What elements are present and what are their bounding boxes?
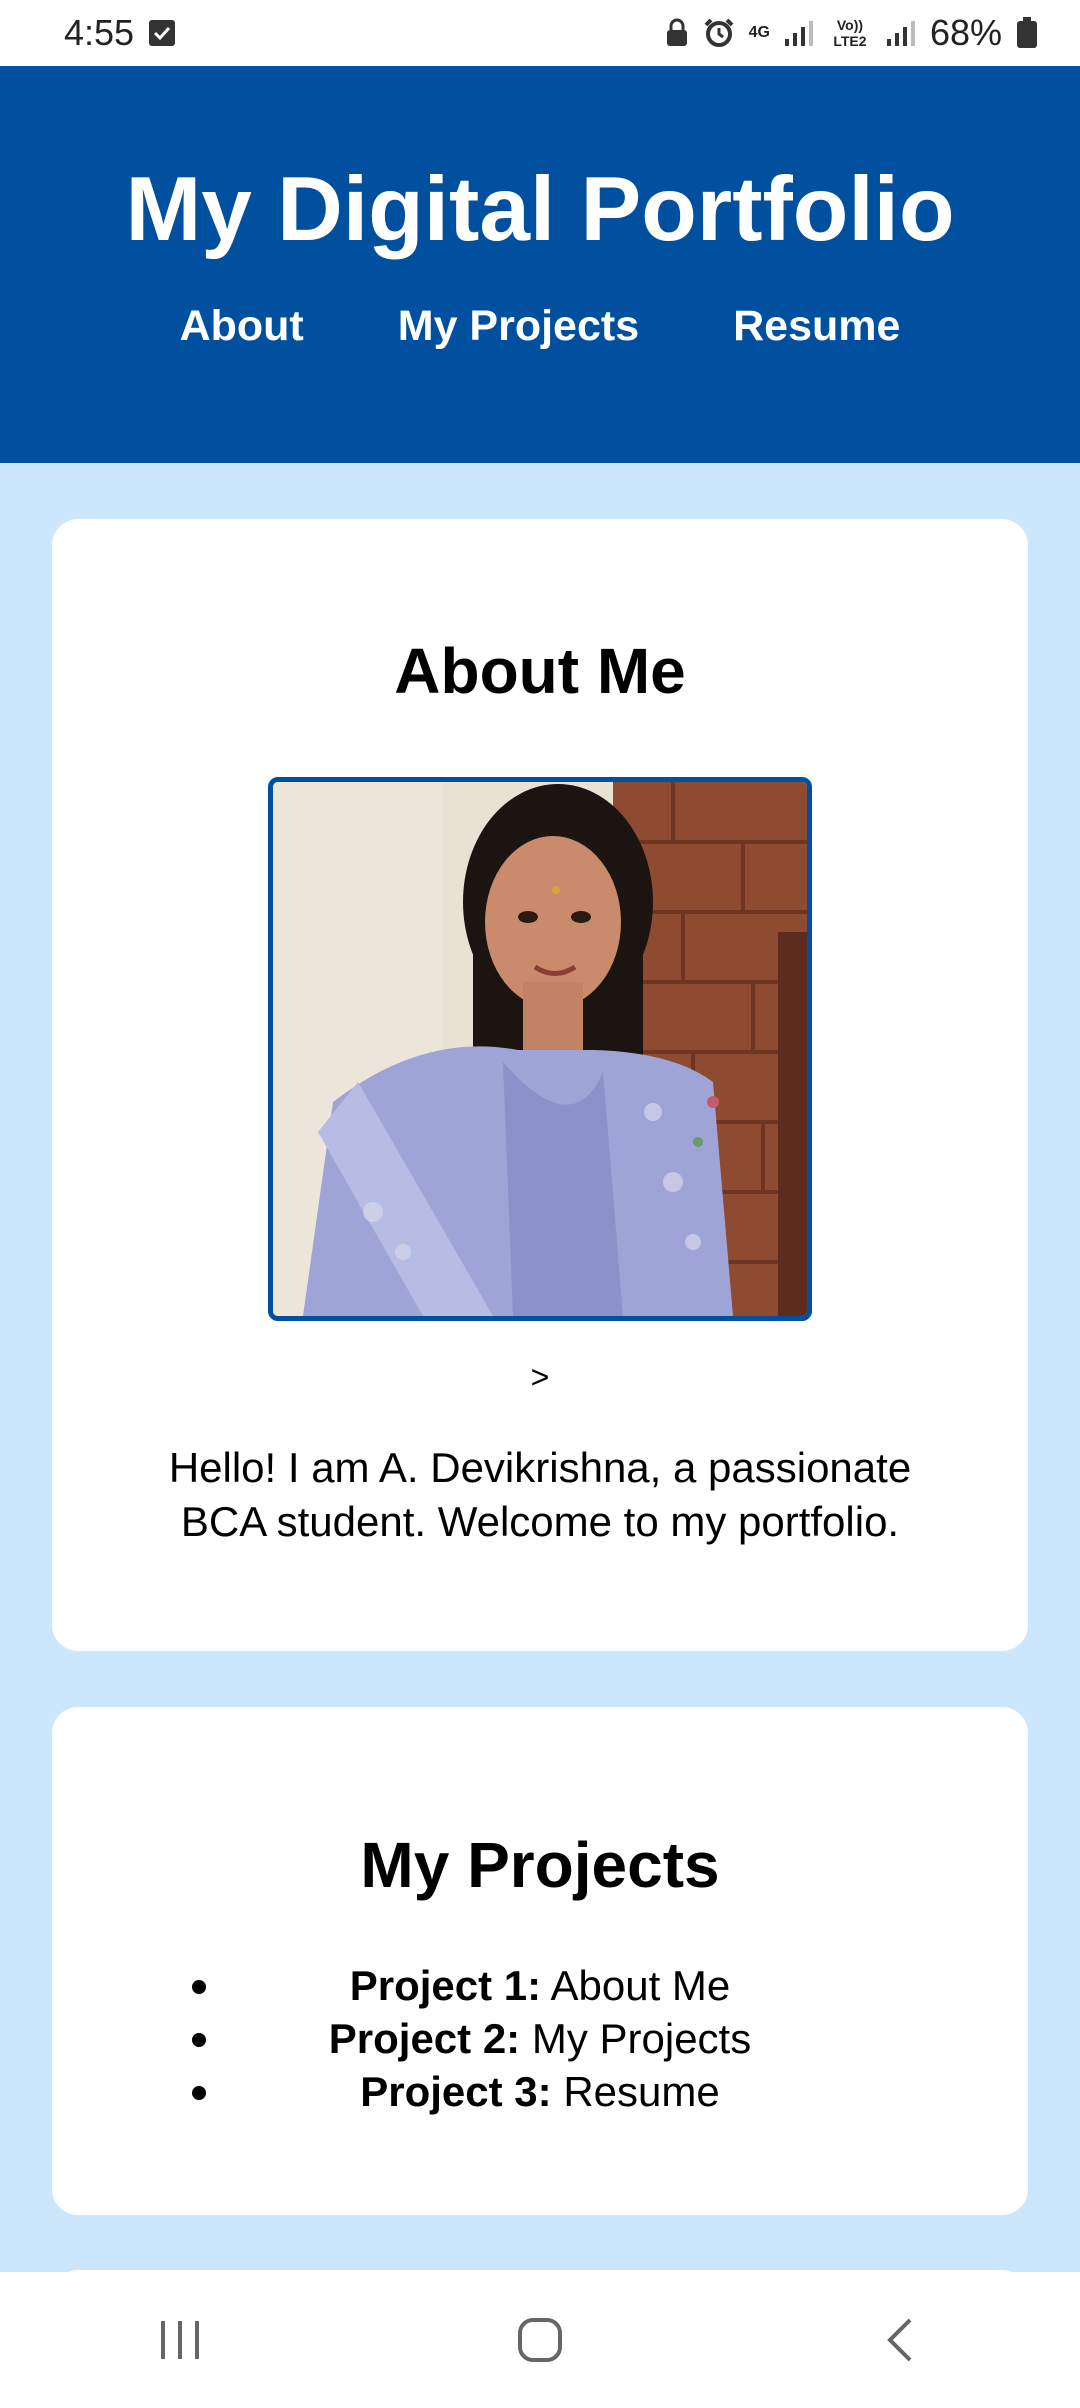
- status-time: 4:55: [64, 12, 135, 53]
- site-header: My Digital Portfolio About My Projects R…: [0, 66, 1080, 463]
- list-item: Project 1: About Me: [52, 1959, 1028, 2012]
- bullet-icon: [192, 2086, 206, 2100]
- recent-apps-button[interactable]: [120, 2300, 240, 2380]
- profile-photo: [268, 777, 812, 1321]
- stray-text: >: [530, 1359, 550, 1395]
- status-bar-left: 4:55: [64, 12, 176, 54]
- nav-link-projects[interactable]: My Projects: [398, 302, 639, 351]
- recent-apps-icon: [161, 2321, 199, 2359]
- main-nav: About My Projects Resume: [0, 302, 1080, 351]
- projects-list: Project 1: About Me Project 2: My Projec…: [52, 1959, 1028, 2118]
- battery-icon: [1016, 17, 1038, 49]
- project-name: About Me: [550, 1962, 731, 2009]
- site-title: My Digital Portfolio: [125, 159, 955, 260]
- nav-link-resume[interactable]: Resume: [733, 302, 900, 351]
- list-item: Project 2: My Projects: [52, 2012, 1028, 2065]
- list-item: Project 3: Resume: [52, 2065, 1028, 2118]
- profile-photo-image: [273, 782, 807, 1316]
- about-heading: About Me: [394, 635, 686, 707]
- lock-icon: [665, 18, 689, 48]
- volte-indicator: Vo)) LTE2: [833, 17, 867, 49]
- project-label: Project 1:: [349, 1962, 542, 2009]
- about-section: About Me > Hello! I am A. Devikrishna, a…: [52, 519, 1028, 1651]
- home-icon: [518, 2318, 562, 2362]
- signal-icon: [784, 19, 814, 47]
- status-bar: 4:55 4G Vo)) LTE2 68%: [0, 0, 1080, 66]
- projects-section: My Projects Project 1: About Me Project …: [52, 1707, 1028, 2215]
- network-type: 4G: [748, 24, 770, 41]
- project-name: Resume: [563, 2068, 720, 2115]
- signal-icon-2: [886, 19, 916, 47]
- project-name: My Projects: [531, 2015, 752, 2062]
- back-button[interactable]: [840, 2300, 960, 2380]
- bullet-icon: [192, 1980, 206, 1994]
- back-icon: [887, 2318, 912, 2362]
- project-label: Project 2:: [328, 2015, 521, 2062]
- system-navigation-bar: [0, 2272, 1080, 2408]
- home-button[interactable]: [480, 2300, 600, 2380]
- nav-link-about[interactable]: About: [180, 302, 304, 351]
- checkbox-notification-icon: [148, 19, 176, 47]
- project-label: Project 3:: [360, 2068, 552, 2115]
- about-bio: Hello! I am A. Devikrishna, a passionate…: [168, 1444, 912, 1545]
- battery-percent: 68%: [929, 12, 1002, 53]
- bullet-icon: [192, 2033, 206, 2047]
- projects-heading: My Projects: [360, 1829, 720, 1901]
- status-bar-right: 4G Vo)) LTE2 68%: [665, 12, 1038, 54]
- alarm-icon: [703, 18, 735, 48]
